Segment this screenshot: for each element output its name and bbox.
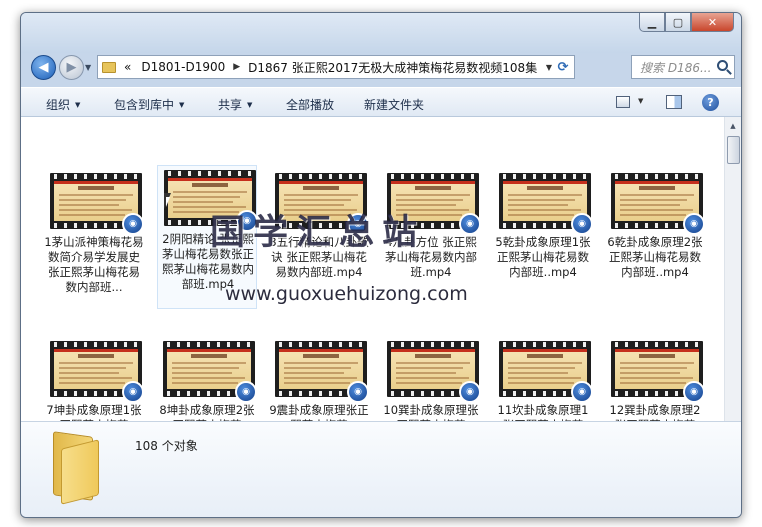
breadcrumb-separator-icon[interactable]: ▶	[233, 62, 240, 72]
share-label: 共享	[218, 98, 243, 112]
file-name: 9震卦成象原理张正熙茅山梅花	[269, 403, 369, 421]
file-tile[interactable]: ◉ 6乾卦成象原理2张正熙茅山梅花易数内部班..mp4	[605, 169, 705, 309]
help-icon[interactable]: ?	[702, 94, 719, 111]
file-name: 11坎卦成象原理1张正熙茅山梅花	[497, 403, 589, 421]
address-bar[interactable]: « D1801-D1900 ▶ D1867 张正熙2017无极大成神策梅花易数视…	[97, 55, 575, 79]
item-count: 108 个对象	[135, 439, 198, 453]
change-view-icon[interactable]	[616, 96, 630, 108]
media-player-icon: ◉	[683, 381, 705, 403]
explorer-window: ▁ ▢ ✕ ◀ ▶ ▼ « D1801-D1900 ▶ D1867 张正熙201…	[20, 12, 742, 518]
vertical-scrollbar[interactable]: ▲	[724, 117, 741, 421]
file-tile[interactable]: ◉9震卦成象原理张正熙茅山梅花	[269, 337, 369, 421]
share-button[interactable]: 共享 ▼	[218, 96, 252, 113]
preview-pane-icon[interactable]	[666, 95, 682, 109]
refresh-icon[interactable]: ⟳	[554, 58, 572, 76]
folder-icon	[102, 61, 116, 73]
media-player-icon: ◉	[347, 381, 369, 403]
chevron-down-icon: ▼	[75, 101, 81, 109]
media-player-icon: ◉	[122, 213, 144, 235]
minimize-button[interactable]: ▁	[639, 13, 665, 32]
file-name: 12巽卦成象原理2张正熙茅山梅花	[609, 403, 701, 421]
new-folder-button[interactable]: 新建文件夹	[364, 96, 424, 113]
organize-button[interactable]: 组织 ▼	[46, 96, 80, 113]
file-name: 6乾卦成象原理2张正熙茅山梅花易数内部班..mp4	[607, 235, 703, 279]
organize-label: 组织	[46, 98, 71, 112]
folder-icon	[51, 431, 101, 505]
file-name: 7坤卦成象原理1张正熙茅山梅花	[46, 403, 142, 421]
back-button[interactable]: ◀	[31, 55, 56, 80]
details-pane: 108 个对象	[21, 421, 741, 517]
scrollbar-thumb[interactable]	[727, 136, 740, 164]
file-tile[interactable]: ◉12巽卦成象原理2张正熙茅山梅花	[605, 337, 705, 421]
file-tile[interactable]: ◉7坤卦成象原理1张正熙茅山梅花	[44, 337, 144, 421]
forward-button[interactable]: ▶	[59, 55, 84, 80]
include-in-library-button[interactable]: 包含到库中 ▼	[114, 96, 184, 113]
chevron-down-icon: ▼	[179, 101, 185, 109]
view-options-dropdown-icon[interactable]: ▼	[638, 97, 643, 105]
include-in-library-label: 包含到库中	[114, 98, 175, 112]
breadcrumb-overflow[interactable]: «	[124, 60, 131, 74]
media-player-icon: ◉	[571, 213, 593, 235]
address-dropdown-icon[interactable]: ▼	[546, 63, 552, 72]
close-button[interactable]: ✕	[691, 13, 734, 32]
media-player-icon: ◉	[459, 381, 481, 403]
breadcrumb-item[interactable]: D1867 张正熙2017无极大成神策梅花易数视频108集	[248, 59, 537, 76]
window-controls: ▁ ▢ ✕	[639, 13, 734, 32]
search-input[interactable]: 搜索 D186...	[631, 55, 735, 79]
media-player-icon: ◉	[683, 213, 705, 235]
file-tile[interactable]: ◉ 1茅山派神策梅花易数简介易学发展史 张正熙茅山梅花易数内部班...	[44, 169, 144, 309]
scroll-up-icon[interactable]: ▲	[725, 118, 741, 134]
file-list: ◉ 1茅山派神策梅花易数简介易学发展史 张正熙茅山梅花易数内部班... ◉ 2阴阳精论…	[21, 117, 741, 421]
command-bar: 组织 ▼ 包含到库中 ▼ 共享 ▼ 全部播放 新建文件夹 ▼ ?	[21, 87, 741, 117]
file-name: 10巽卦成象原理张正熙茅山梅花	[383, 403, 479, 421]
maximize-button[interactable]: ▢	[665, 13, 691, 32]
search-icon[interactable]	[717, 60, 728, 71]
recent-pages-dropdown-icon[interactable]: ▼	[85, 63, 91, 72]
media-player-icon: ◉	[235, 381, 257, 403]
breadcrumb-item[interactable]: D1801-D1900	[141, 60, 225, 74]
watermark-text: 国学汇总站	[210, 213, 426, 253]
file-name: 8坤卦成象原理2张正熙茅山梅花	[159, 403, 255, 421]
navigation-bar: ◀ ▶ ▼ « D1801-D1900 ▶ D1867 张正熙2017无极大成神…	[21, 51, 741, 85]
file-tile[interactable]: ◉8坤卦成象原理2张正熙茅山梅花	[157, 337, 257, 421]
mouse-pointer-fill	[166, 197, 174, 207]
file-tile[interactable]: ◉11坎卦成象原理1张正熙茅山梅花	[493, 337, 593, 421]
media-player-icon: ◉	[571, 381, 593, 403]
title-bar: ▁ ▢ ✕	[21, 13, 741, 53]
file-tile[interactable]: ◉10巽卦成象原理张正熙茅山梅花	[381, 337, 481, 421]
file-tile[interactable]: ◉ 5乾卦成象原理1张正熙茅山梅花易数内部班..mp4	[493, 169, 593, 309]
file-name: 5乾卦成象原理1张正熙茅山梅花易数内部班..mp4	[495, 235, 591, 279]
search-placeholder: 搜索 D186...	[640, 60, 712, 75]
media-player-icon: ◉	[459, 213, 481, 235]
media-player-icon: ◉	[122, 381, 144, 403]
file-name: 1茅山派神策梅花易数简介易学发展史 张正熙茅山梅花易数内部班...	[44, 235, 144, 294]
chevron-down-icon: ▼	[247, 101, 253, 109]
watermark-url: www.guoxuehuizong.com	[225, 283, 468, 305]
play-all-button[interactable]: 全部播放	[286, 96, 334, 113]
